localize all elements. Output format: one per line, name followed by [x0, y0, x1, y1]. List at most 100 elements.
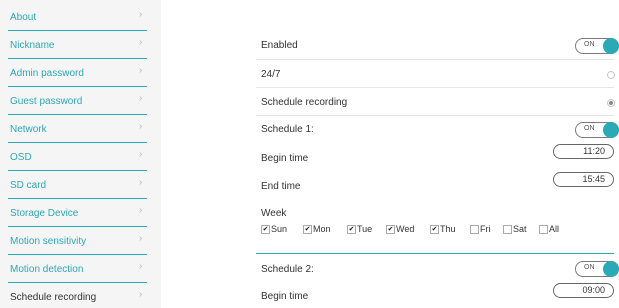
sidebar-item-label: OSD: [10, 152, 32, 163]
sidebar-item-label: Nickname: [10, 40, 55, 51]
sidebar-item-admin-password[interactable]: Admin password ›: [0, 60, 161, 88]
row-divider: [256, 59, 614, 60]
checkbox-box: [503, 225, 512, 234]
schedule2-toggle[interactable]: ON: [575, 261, 619, 277]
sidebar-item-label: Schedule recording: [10, 292, 97, 303]
sidebar-item-label: About: [10, 12, 37, 23]
day-checkbox-tue[interactable]: ✔ Tue: [347, 224, 383, 235]
always-record-label: 24/7: [261, 69, 281, 80]
schedule2-label: Schedule 2:: [261, 264, 314, 275]
enabled-toggle[interactable]: ON: [575, 38, 619, 54]
sidebar-divider: [8, 30, 147, 31]
toggle-state-text: ON: [584, 125, 595, 132]
chevron-right-icon: ›: [139, 289, 143, 300]
day-label: Fri: [480, 224, 491, 234]
sidebar-divider: [8, 254, 147, 255]
chevron-right-icon: ›: [139, 233, 143, 244]
schedule1-toggle[interactable]: ON: [575, 122, 619, 138]
schedule1-end-time-input[interactable]: 15:45: [553, 172, 614, 187]
sidebar-divider: [8, 142, 147, 143]
sidebar-divider: [8, 198, 147, 199]
sidebar-item-label: Admin password: [10, 68, 84, 79]
chevron-right-icon: ›: [139, 9, 143, 20]
schedule2-begin-time-input[interactable]: 09:00: [553, 283, 614, 298]
settings-sidebar: About › Nickname › Admin password › Gues…: [0, 0, 161, 308]
schedule2-begin-label: Begin time: [261, 291, 309, 302]
chevron-right-icon: ›: [139, 37, 143, 48]
day-label: Tue: [357, 224, 373, 234]
day-checkbox-thu[interactable]: ✔ Thu: [430, 224, 466, 235]
toggle-knob: [603, 261, 619, 277]
day-checkbox-mon[interactable]: ✔ Mon: [303, 224, 343, 235]
sidebar-item-schedule-recording[interactable]: Schedule recording ›: [0, 284, 161, 308]
sidebar-item-motion-sensitivity[interactable]: Motion sensitivity ›: [0, 228, 161, 256]
checkmark-icon: ✔: [261, 225, 270, 234]
sidebar-item-guest-password[interactable]: Guest password ›: [0, 88, 161, 116]
chevron-right-icon: ›: [139, 65, 143, 76]
enabled-label: Enabled: [261, 40, 298, 51]
row-divider: [256, 87, 614, 88]
sidebar-item-label: Motion sensitivity: [10, 236, 87, 247]
always-record-radio[interactable]: [607, 71, 615, 79]
schedule1-label: Schedule 1:: [261, 124, 314, 135]
day-label: Sun: [271, 224, 288, 234]
day-label: Mon: [313, 224, 331, 234]
time-value: 15:45: [582, 174, 605, 184]
checkmark-icon: ✔: [303, 225, 312, 234]
sidebar-divider: [8, 170, 147, 171]
day-checkbox-fri[interactable]: Fri: [470, 224, 500, 235]
sidebar-item-label: Motion detection: [10, 264, 84, 275]
sidebar-item-label: Guest password: [10, 96, 83, 107]
checkmark-icon: ✔: [347, 225, 356, 234]
sidebar-item-storage-device[interactable]: Storage Device ›: [0, 200, 161, 228]
sidebar-divider: [8, 282, 147, 283]
sidebar-divider: [8, 58, 147, 59]
row-divider: [256, 115, 614, 116]
chevron-right-icon: ›: [139, 121, 143, 132]
day-label: Sat: [513, 224, 527, 234]
day-label: All: [549, 224, 560, 234]
sidebar-item-network[interactable]: Network ›: [0, 116, 161, 144]
toggle-state-text: ON: [584, 41, 595, 48]
day-checkbox-sun[interactable]: ✔ Sun: [261, 224, 299, 235]
week-label: Week: [261, 208, 287, 219]
checkbox-box: [470, 225, 479, 234]
sidebar-item-osd[interactable]: OSD ›: [0, 144, 161, 172]
time-value: 11:20: [583, 146, 605, 156]
schedule-recording-label: Schedule recording: [261, 97, 348, 108]
sidebar-item-sd-card[interactable]: SD card ›: [0, 172, 161, 200]
toggle-knob: [603, 122, 619, 138]
schedule1-begin-time-input[interactable]: 11:20: [553, 144, 614, 159]
day-label: Thu: [440, 224, 456, 234]
schedule1-begin-label: Begin time: [261, 153, 309, 164]
chevron-right-icon: ›: [139, 93, 143, 104]
toggle-knob: [603, 38, 619, 54]
chevron-right-icon: ›: [139, 177, 143, 188]
sidebar-divider: [8, 226, 147, 227]
checkmark-icon: ✔: [430, 225, 439, 234]
sidebar-divider: [8, 114, 147, 115]
sidebar-item-label: SD card: [10, 180, 47, 191]
time-value: 09:00: [582, 285, 605, 295]
day-checkbox-sat[interactable]: Sat: [503, 224, 536, 235]
sidebar-item-motion-detection[interactable]: Motion detection ›: [0, 256, 161, 284]
schedule1-end-label: End time: [261, 181, 301, 192]
day-checkbox-wed[interactable]: ✔ Wed: [386, 224, 426, 235]
settings-app: About › Nickname › Admin password › Gues…: [0, 0, 619, 308]
sidebar-item-label: Network: [10, 124, 47, 135]
day-label: Wed: [396, 224, 415, 234]
schedule-recording-panel: Enabled ON 24/7 Schedule recording Sched…: [161, 0, 619, 308]
schedule-divider: [256, 253, 614, 254]
sidebar-item-about[interactable]: About ›: [0, 4, 161, 32]
sidebar-item-label: Storage Device: [10, 208, 79, 219]
chevron-right-icon: ›: [139, 205, 143, 216]
checkbox-box: [539, 225, 548, 234]
sidebar-item-nickname[interactable]: Nickname ›: [0, 32, 161, 60]
chevron-right-icon: ›: [139, 149, 143, 160]
day-checkbox-all[interactable]: All: [539, 224, 567, 235]
schedule-recording-radio[interactable]: [607, 99, 615, 107]
toggle-state-text: ON: [584, 264, 595, 271]
sidebar-divider: [8, 86, 147, 87]
checkmark-icon: ✔: [386, 225, 395, 234]
chevron-right-icon: ›: [139, 261, 143, 272]
